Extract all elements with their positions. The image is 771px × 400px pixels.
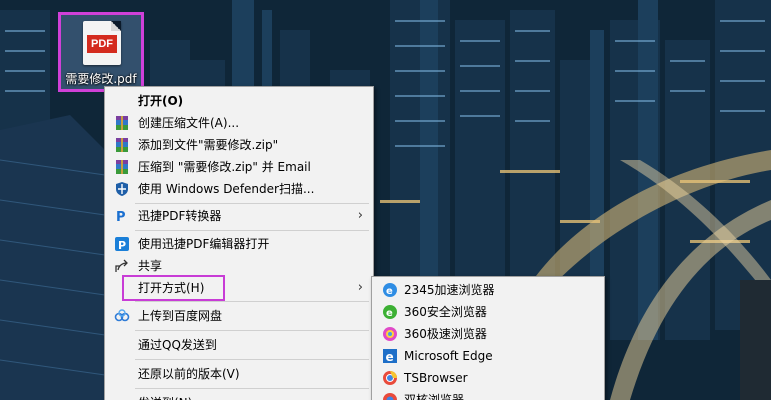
- app-label: 360极速浏览器: [404, 327, 487, 341]
- file-name-label: 需要修改.pdf: [65, 72, 137, 86]
- menu-item-share[interactable]: 共享: [105, 255, 373, 277]
- tsbrowser-icon: [382, 370, 398, 386]
- desktop-file-pdf[interactable]: PDF 需要修改.pdf: [58, 12, 144, 92]
- menu-item-label: 还原以前的版本(V): [138, 367, 240, 381]
- menu-item-label: 打开(O): [138, 94, 184, 108]
- context-menu: 打开(O) 创建压缩文件(A)... 添加到文件"需要修改.zip" 压缩到 "…: [104, 86, 374, 400]
- menu-item-open[interactable]: 打开(O): [105, 90, 373, 112]
- menu-item-create-archive[interactable]: 创建压缩文件(A)...: [105, 112, 373, 134]
- 360-safe-browser-icon: e: [382, 304, 398, 320]
- app-2345-browser[interactable]: e 2345加速浏览器: [372, 279, 604, 301]
- open-with-submenu: e 2345加速浏览器 e 360安全浏览器 360极速浏览器 e Micros…: [371, 276, 605, 400]
- app-dual-core-browser[interactable]: 双核浏览器: [372, 389, 604, 400]
- open-with-highlight: [122, 275, 225, 301]
- menu-item-label: 使用 Windows Defender扫描...: [138, 182, 315, 196]
- menu-separator: [135, 301, 369, 302]
- menu-item-label: 通过QQ发送到: [138, 338, 217, 352]
- app-label: Microsoft Edge: [404, 349, 493, 363]
- edge-icon: e: [382, 348, 398, 364]
- svg-text:e: e: [386, 308, 393, 319]
- winrar-icon: [114, 159, 130, 175]
- menu-item-upload-baidu[interactable]: 上传到百度网盘: [105, 305, 373, 327]
- app-360-speed-browser[interactable]: 360极速浏览器: [372, 323, 604, 345]
- chevron-right-icon: ›: [357, 208, 363, 223]
- svg-text:e: e: [386, 286, 393, 297]
- menu-item-defender-scan[interactable]: 使用 Windows Defender扫描...: [105, 178, 373, 200]
- app-microsoft-edge[interactable]: e Microsoft Edge: [372, 345, 604, 367]
- menu-item-send-to[interactable]: 发送到(N): [105, 392, 373, 400]
- menu-item-restore-versions[interactable]: 还原以前的版本(V): [105, 363, 373, 385]
- menu-item-label: 发送到(N): [138, 392, 192, 400]
- svg-text:P: P: [116, 210, 126, 224]
- menu-item-label: 迅捷PDF转换器: [138, 209, 222, 223]
- baidu-netdisk-icon: [114, 308, 130, 324]
- menu-separator: [135, 388, 369, 389]
- dual-core-browser-icon: [382, 392, 398, 400]
- winrar-icon: [114, 115, 130, 131]
- app-360-safe-browser[interactable]: e 360安全浏览器: [372, 301, 604, 323]
- chevron-right-icon: ›: [357, 280, 363, 295]
- menu-item-label: 使用迅捷PDF编辑器打开: [138, 237, 270, 251]
- shield-icon: [114, 181, 130, 197]
- menu-item-label: 压缩到 "需要修改.zip" 并 Email: [138, 160, 311, 174]
- 360-speed-browser-icon: [382, 326, 398, 342]
- svg-text:P: P: [118, 239, 126, 252]
- winrar-icon: [114, 137, 130, 153]
- app-label: TSBrowser: [404, 371, 468, 385]
- pdf-badge: PDF: [87, 35, 117, 53]
- pdf-converter-icon: P: [114, 208, 130, 225]
- 2345-browser-icon: e: [382, 282, 398, 298]
- pdf-editor-icon: P: [114, 236, 130, 252]
- svg-text:e: e: [386, 350, 394, 364]
- menu-separator: [135, 230, 369, 231]
- menu-item-add-to-zip[interactable]: 添加到文件"需要修改.zip": [105, 134, 373, 156]
- menu-separator: [135, 330, 369, 331]
- menu-item-pdf-converter[interactable]: P 迅捷PDF转换器 ›: [105, 205, 373, 227]
- app-label: 2345加速浏览器: [404, 283, 495, 297]
- app-label: 360安全浏览器: [404, 305, 487, 319]
- pdf-file-icon: PDF: [83, 21, 121, 65]
- app-tsbrowser[interactable]: TSBrowser: [372, 367, 604, 389]
- menu-separator: [135, 359, 369, 360]
- menu-item-label: 添加到文件"需要修改.zip": [138, 138, 279, 152]
- menu-item-open-with-pdf-editor[interactable]: P 使用迅捷PDF编辑器打开: [105, 233, 373, 255]
- share-icon: [114, 258, 130, 274]
- menu-item-label: 共享: [138, 259, 163, 273]
- menu-item-label: 上传到百度网盘: [138, 309, 223, 323]
- menu-item-send-via-qq[interactable]: 通过QQ发送到: [105, 334, 373, 356]
- menu-item-zip-and-email[interactable]: 压缩到 "需要修改.zip" 并 Email: [105, 156, 373, 178]
- app-label: 双核浏览器: [404, 393, 465, 400]
- menu-item-label: 创建压缩文件(A)...: [138, 116, 240, 130]
- menu-separator: [135, 203, 369, 204]
